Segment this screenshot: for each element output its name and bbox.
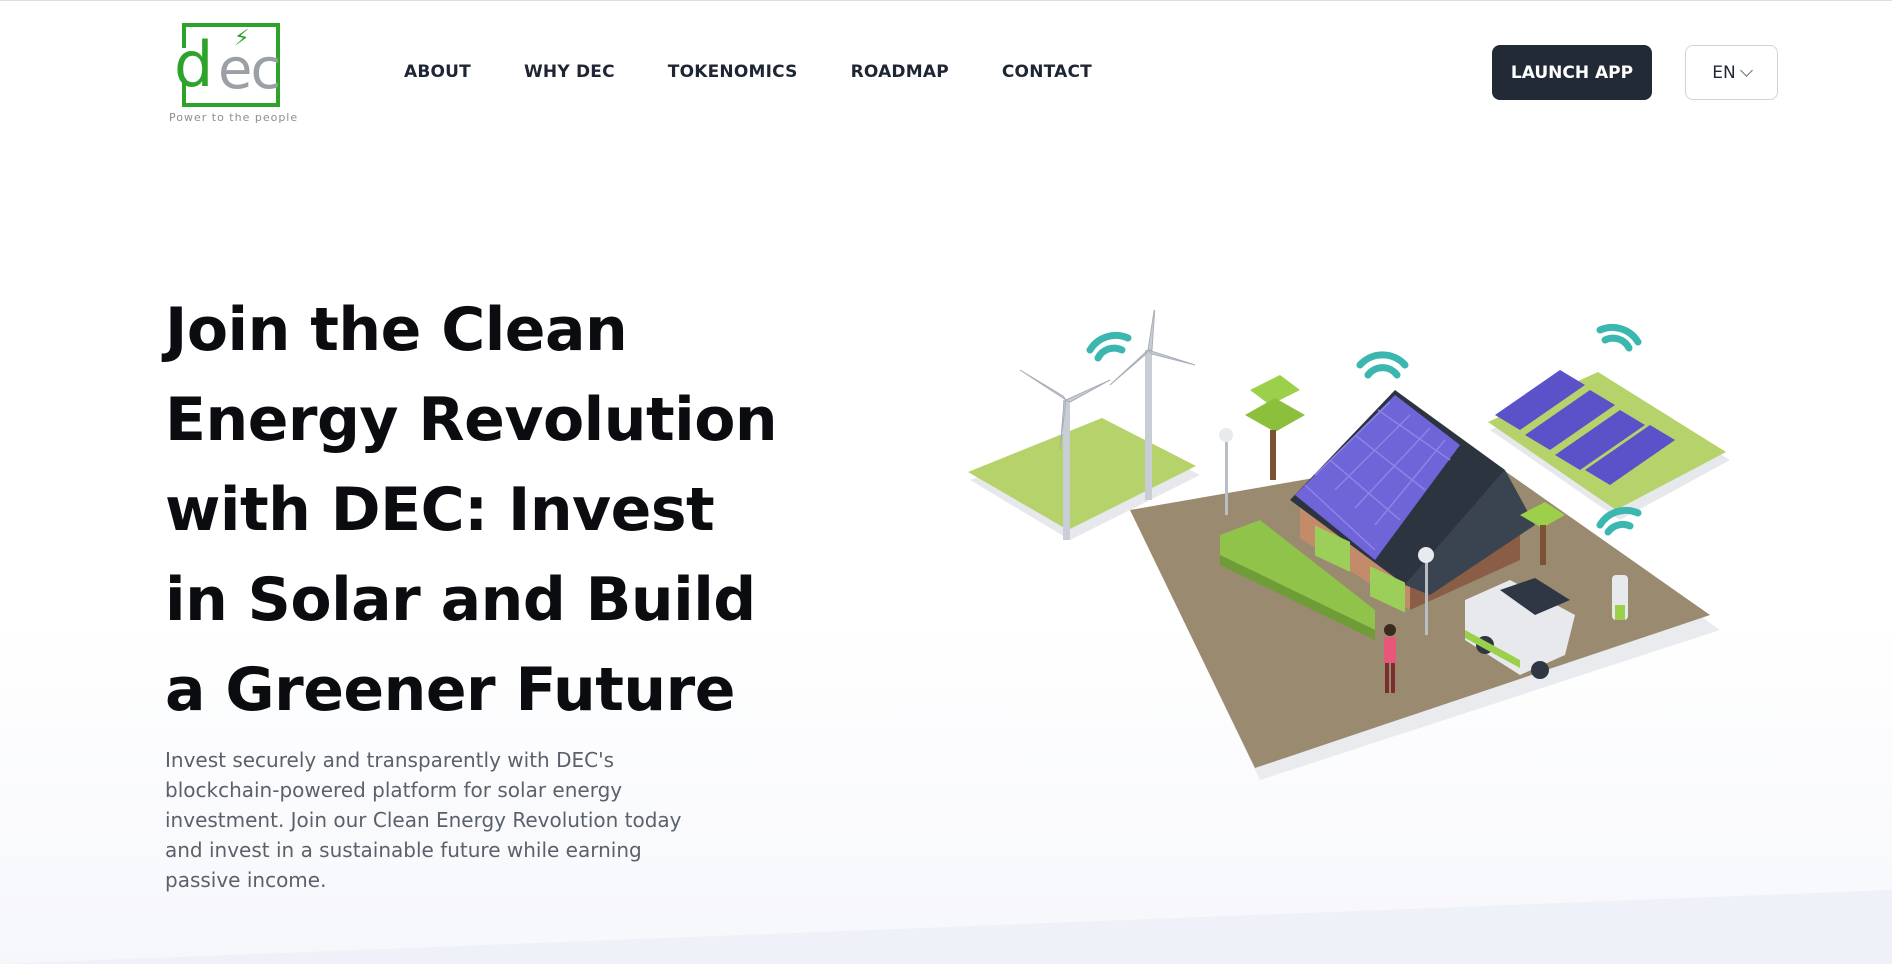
nav-link-why-dec[interactable]: WHY DEC	[524, 62, 615, 82]
charging-station	[1612, 575, 1628, 620]
hero-title: Join the Clean Energy Revolution with DE…	[165, 295, 778, 725]
language-label: EN	[1712, 62, 1736, 83]
logo-letter-d: d	[174, 28, 213, 101]
logo-tagline: Power to the people	[169, 111, 299, 124]
launch-app-button[interactable]: LAUNCH APP	[1492, 45, 1652, 100]
hero-description: Invest securely and transparently with D…	[165, 748, 682, 892]
chevron-down-icon	[1739, 63, 1753, 77]
language-selector[interactable]: EN	[1685, 45, 1778, 100]
nav-link-tokenomics[interactable]: TOKENOMICS	[668, 62, 798, 82]
logo[interactable]: d ec ⚡ Power to the people	[168, 20, 298, 126]
top-border	[0, 0, 1892, 1]
nav-link-roadmap[interactable]: ROADMAP	[851, 62, 949, 82]
nav-link-contact[interactable]: CONTACT	[1002, 62, 1092, 82]
nav-link-about[interactable]: ABOUT	[404, 62, 471, 82]
lightning-bolt-icon: ⚡	[234, 26, 250, 51]
solar-house-illustration	[968, 310, 1730, 780]
main-nav: ABOUT WHY DEC TOKENOMICS ROADMAP CONTACT	[404, 62, 1145, 82]
background-wedge	[0, 890, 1892, 964]
